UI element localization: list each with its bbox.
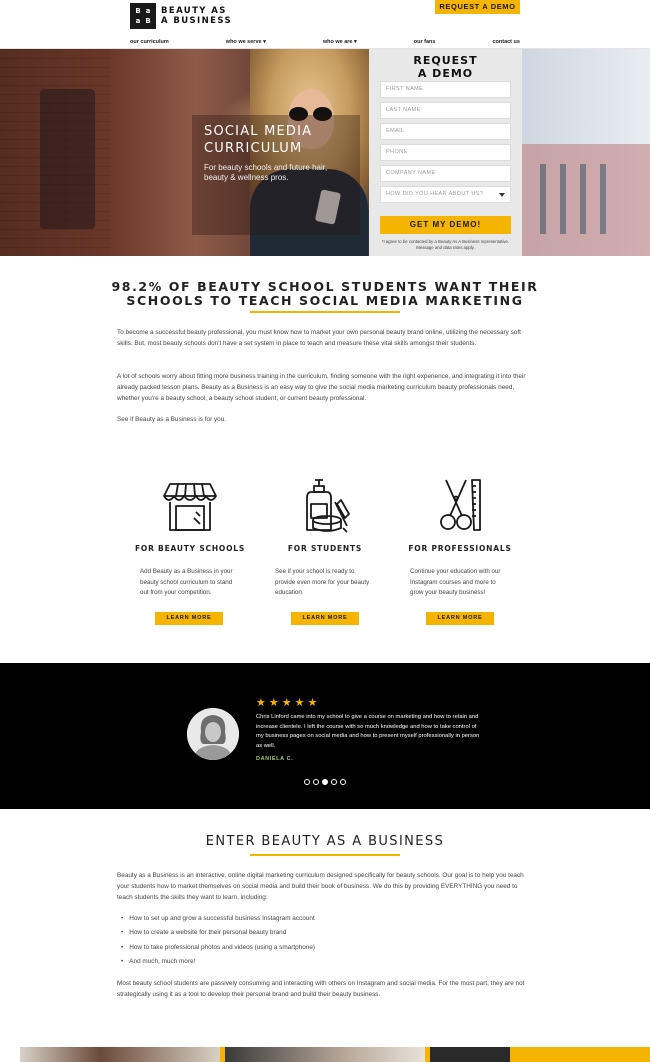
card-beauty-schools: FOR BEAUTY SCHOOLS Add Beauty as a Busin… xyxy=(130,478,250,599)
section1-title: 98.2% OF BEAUTY SCHOOL STUDENTS WANT THE… xyxy=(100,280,550,308)
logo-mark-letter: a xyxy=(145,7,151,15)
form-title: REQUEST A DEMO xyxy=(369,54,522,80)
hero-window xyxy=(40,89,95,229)
section1-title-line1: 98.2% OF BEAUTY SCHOOL STUDENTS WANT THE… xyxy=(111,279,539,294)
list-item: How to set up and grow a successful busi… xyxy=(117,912,532,926)
logo[interactable]: B a a B BEAUTY AS A BUSINESS xyxy=(130,3,232,29)
carousel-dot-active[interactable] xyxy=(322,779,328,785)
storefront-icon xyxy=(163,483,217,531)
card-title: FOR BEAUTY SCHOOLS xyxy=(134,544,246,553)
logo-mark-letter: a xyxy=(135,17,141,25)
logo-line1: BEAUTY AS xyxy=(161,6,227,16)
card-text: See if your school is ready to provide e… xyxy=(275,568,370,596)
avatar xyxy=(187,708,239,760)
demo-form: REQUEST A DEMO FIRST NAME LAST NAME EMAI… xyxy=(369,49,522,256)
carousel-dot[interactable] xyxy=(340,779,346,785)
testimonial-section: ★★★★★ Chris Linford came into my school … xyxy=(0,663,650,809)
phone-field[interactable]: PHONE xyxy=(380,144,511,161)
list-item: How to take professional photos and vide… xyxy=(117,941,532,955)
testimonial-author: DANIELA C. xyxy=(256,756,294,762)
email-field[interactable]: EMAIL xyxy=(380,123,511,140)
photo-tile xyxy=(20,1047,220,1062)
title-underline xyxy=(250,854,400,856)
hero-subtitle: For beauty schools and future hair, beau… xyxy=(204,163,328,182)
hero-title: SOCIAL MEDIA CURRICULUM xyxy=(204,123,348,157)
section2-paragraph: Most beauty school students are passivel… xyxy=(117,980,525,998)
card-title: FOR STUDENTS xyxy=(287,544,363,553)
referral-source-select[interactable]: HOW DID YOU HEAR ABOUT US? xyxy=(380,186,511,203)
section1-paragraph: A lot of schools worry about fitting mor… xyxy=(117,373,526,402)
rating-stars: ★★★★★ xyxy=(256,697,321,709)
logo-mark: B a a B xyxy=(130,3,156,29)
carousel-dots xyxy=(304,779,346,785)
hero-title-line2: CURRICULUM xyxy=(204,141,303,156)
logo-mark-letter: B xyxy=(135,7,141,15)
learn-more-students-button[interactable]: LEARN MORE xyxy=(291,612,359,625)
card-title: FOR PROFESSIONALS xyxy=(408,544,512,553)
logo-text: BEAUTY AS A BUSINESS xyxy=(161,6,232,26)
get-demo-button[interactable]: GET MY DEMO! xyxy=(380,216,511,234)
form-title-line2: A DEMO xyxy=(417,67,474,80)
nav-our-curriculum[interactable]: our curriculum xyxy=(130,39,169,45)
logo-line2: A BUSINESS xyxy=(161,16,232,26)
photo-tile xyxy=(225,1047,425,1062)
hero-title-line1: SOCIAL MEDIA xyxy=(204,124,313,139)
nav-our-fans[interactable]: our fans xyxy=(414,39,436,45)
consent-note: *I agree to be contacted by a Beauty As … xyxy=(381,239,510,250)
photo-strip xyxy=(20,1047,650,1062)
card-text: Add Beauty as a Business in your beauty … xyxy=(140,568,233,596)
card-professionals: FOR PROFESSIONALS Continue your educatio… xyxy=(400,478,520,599)
nav-contact-us[interactable]: contact us xyxy=(492,39,520,45)
logo-mark-letter: B xyxy=(145,17,151,25)
last-name-field[interactable]: LAST NAME xyxy=(380,102,511,119)
company-name-field[interactable]: COMPANY NAME xyxy=(380,165,511,182)
feature-list: How to set up and grow a successful busi… xyxy=(117,912,532,969)
section1-paragraph: To become a successful beauty profession… xyxy=(117,329,521,347)
request-demo-button[interactable]: REQUEST A DEMO xyxy=(435,0,520,14)
nav-who-we-serve[interactable]: who we serve ▾ xyxy=(226,39,266,45)
scissors-comb-icon xyxy=(440,479,481,531)
learn-more-professionals-button[interactable]: LEARN MORE xyxy=(426,612,494,625)
section1-title-line2: SCHOOLS TO TEACH SOCIAL MEDIA MARKETING xyxy=(126,293,524,308)
learn-more-beauty-schools-button[interactable]: LEARN MORE xyxy=(155,612,223,625)
card-students: FOR STUDENTS See if your school is ready… xyxy=(265,478,385,599)
section1-paragraph: See if Beauty as a Business is for you. xyxy=(117,416,227,423)
form-title-line1: REQUEST xyxy=(413,54,478,67)
list-item: And much, much more! xyxy=(117,955,532,969)
testimonial-quote: Chris Linford came into my school to giv… xyxy=(256,714,480,749)
carousel-dot[interactable] xyxy=(331,779,337,785)
main-nav: our curriculum who we serve ▾ who we are… xyxy=(130,39,520,45)
section2-paragraph: Beauty as a Business is an interactive, … xyxy=(117,872,524,901)
title-underline xyxy=(250,311,400,313)
card-text: Continue your education with our Instagr… xyxy=(410,568,501,596)
hero-caption: SOCIAL MEDIA CURRICULUM For beauty schoo… xyxy=(192,115,360,235)
referral-source-placeholder: HOW DID YOU HEAR ABOUT US? xyxy=(386,191,484,197)
site-header: B a a B BEAUTY AS A BUSINESS REQUEST A D… xyxy=(0,0,650,49)
photo-tile xyxy=(430,1047,510,1062)
person-icon xyxy=(187,708,239,760)
carousel-dot[interactable] xyxy=(313,779,319,785)
beauty-products-icon xyxy=(306,479,350,533)
nav-who-we-are[interactable]: who we are ▾ xyxy=(323,39,357,45)
chevron-down-icon xyxy=(499,193,505,197)
building-image xyxy=(520,144,650,256)
section2-title: ENTER BEAUTY AS A BUSINESS xyxy=(205,834,445,849)
hero-banner: SOCIAL MEDIA CURRICULUM For beauty schoo… xyxy=(0,49,650,256)
first-name-field[interactable]: FIRST NAME xyxy=(380,81,511,98)
carousel-dot[interactable] xyxy=(304,779,310,785)
list-item: How to create a website for their person… xyxy=(117,926,532,940)
